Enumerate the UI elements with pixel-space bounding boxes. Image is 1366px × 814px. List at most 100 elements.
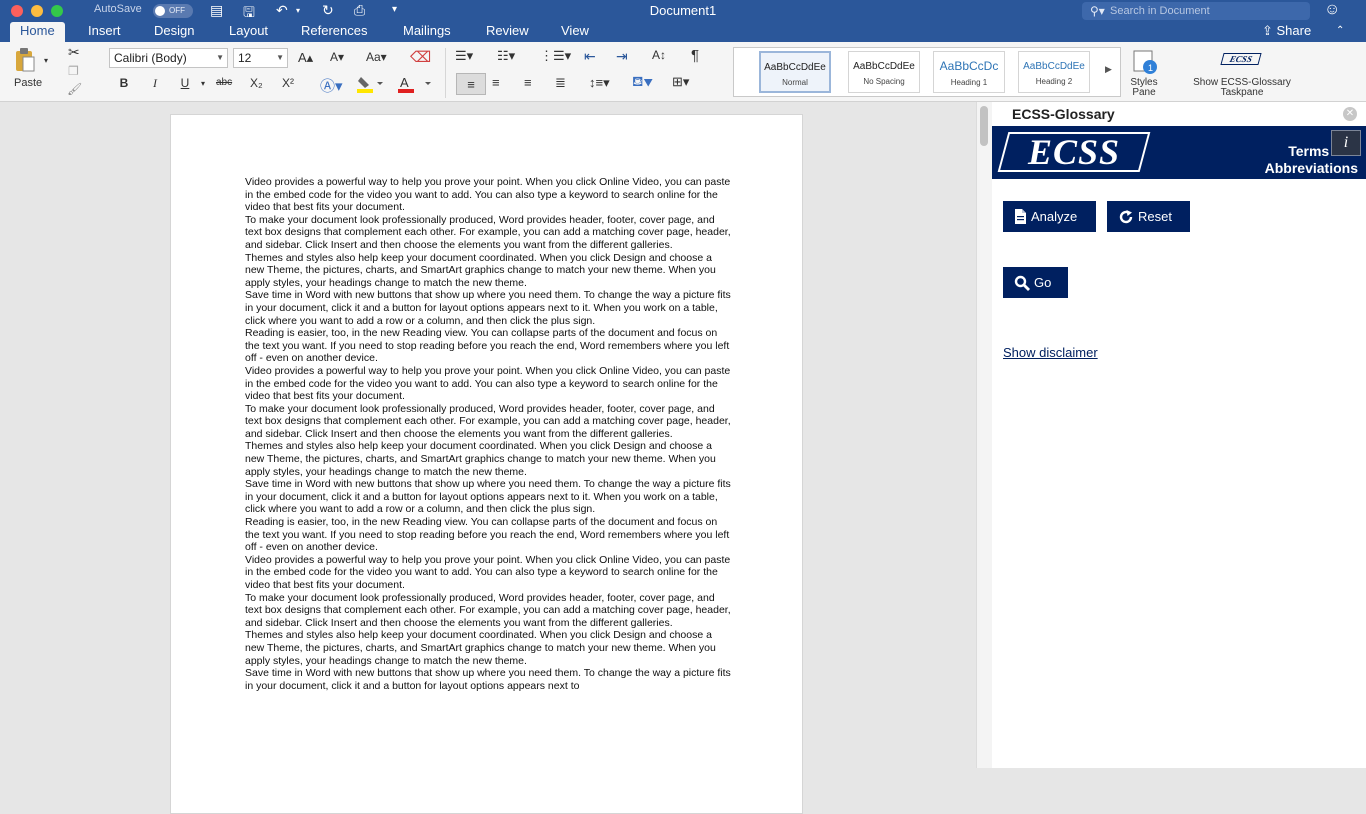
style-heading-2[interactable]: AaBbCcDdEe Heading 2	[1018, 51, 1090, 93]
sort-icon[interactable]: A↕	[652, 48, 666, 62]
bullets-icon[interactable]: ☰▾	[455, 48, 473, 64]
justify-icon[interactable]: ≣	[555, 75, 566, 91]
document-paragraph[interactable]: Themes and styles also help keep your do…	[245, 252, 731, 290]
close-icon[interactable]: ✕	[1343, 107, 1357, 121]
document-paragraph[interactable]: Video provides a powerful way to help yo…	[245, 554, 731, 592]
ecss-logo-small-icon[interactable]: ECSS	[1220, 53, 1262, 65]
increase-font-size-icon[interactable]: A▴	[298, 50, 313, 66]
tab-insert[interactable]: Insert	[88, 22, 121, 42]
underline-button[interactable]: U	[175, 76, 195, 90]
tab-references[interactable]: References	[301, 22, 367, 42]
chevron-down-icon: ▼	[276, 53, 284, 62]
bold-button[interactable]: B	[114, 76, 134, 90]
align-left-icon[interactable]: ≡	[456, 73, 486, 95]
style-heading-1[interactable]: AaBbCcDc Heading 1	[933, 51, 1005, 93]
tab-review[interactable]: Review	[486, 22, 529, 42]
document-paragraph[interactable]: Themes and styles also help keep your do…	[245, 629, 731, 667]
line-spacing-icon[interactable]: ↕≡▾	[589, 75, 610, 91]
document-paragraph[interactable]: Save time in Word with new buttons that …	[245, 478, 731, 516]
font-name-value: Calibri (Body)	[114, 51, 187, 65]
font-color-icon[interactable]: A	[397, 75, 435, 93]
decrease-font-size-icon[interactable]: A▾	[330, 50, 344, 64]
document-paragraph[interactable]: Save time in Word with new buttons that …	[245, 667, 731, 692]
ecss-logo-text: ECSS	[1027, 132, 1121, 172]
taskpane-title: ECSS-Glossary	[1012, 106, 1115, 122]
document-paragraph[interactable]: To make your document look professionall…	[245, 403, 731, 441]
scrollbar-thumb[interactable]	[980, 106, 988, 146]
decrease-indent-icon[interactable]: ⇤	[584, 48, 596, 65]
style-name: Heading 2	[1035, 77, 1073, 86]
styles-more-icon[interactable]: ▶	[1105, 64, 1112, 75]
clear-formatting-icon[interactable]: ⌫	[410, 48, 431, 66]
shading-icon[interactable]: ⛾▾	[632, 73, 653, 92]
copy-icon[interactable]: ❐	[68, 64, 79, 78]
format-painter-icon[interactable]: 🖌	[67, 82, 82, 96]
style-name: Normal	[782, 78, 808, 87]
align-center-icon[interactable]: ≡	[492, 75, 500, 90]
analyze-label: Analyze	[1031, 209, 1078, 224]
search-placeholder: Search in Document	[1110, 5, 1210, 17]
document-paragraph[interactable]: Reading is easier, too, in the new Readi…	[245, 516, 731, 554]
share-button[interactable]: ⇪ Share	[1262, 23, 1311, 39]
document-paragraph[interactable]: To make your document look professionall…	[245, 214, 731, 252]
highlight-color-icon[interactable]	[354, 75, 384, 93]
style-normal[interactable]: AaBbCcDdEe Normal	[759, 51, 831, 93]
feedback-smiley-icon[interactable]: ☺	[1324, 1, 1340, 19]
tab-view[interactable]: View	[561, 22, 589, 42]
chevron-down-icon: ▼	[216, 53, 224, 62]
document-body[interactable]: Video provides a powerful way to help yo…	[245, 176, 731, 692]
document-scrollbar[interactable]	[976, 102, 992, 768]
styles-pane-label[interactable]: Styles Pane	[1120, 78, 1168, 98]
search-icon	[1014, 275, 1030, 291]
font-size-select[interactable]: 12 ▼	[233, 48, 288, 68]
collapse-ribbon-icon[interactable]: ⌃	[1336, 25, 1344, 36]
banner-line-2: Abbreviations	[1264, 160, 1358, 176]
paste-label[interactable]: Paste	[14, 77, 42, 89]
style-preview: AaBbCcDdEe	[764, 62, 826, 73]
share-icon: ⇪	[1262, 23, 1277, 38]
italic-button[interactable]: I	[145, 76, 165, 91]
show-ecss-taskpane-button[interactable]: Show ECSS-Glossary Taskpane	[1180, 78, 1304, 98]
paste-icon[interactable]	[10, 46, 40, 74]
search-icon: ⚲▾	[1090, 4, 1105, 18]
document-paragraph[interactable]: Video provides a powerful way to help yo…	[245, 365, 731, 403]
subscript-button[interactable]: X₂	[250, 76, 263, 90]
document-paragraph[interactable]: Save time in Word with new buttons that …	[245, 289, 731, 327]
go-button[interactable]: Go	[1003, 267, 1068, 298]
document-paragraph[interactable]: Video provides a powerful way to help yo…	[245, 176, 731, 214]
tab-mailings[interactable]: Mailings	[403, 22, 451, 42]
document-paragraph[interactable]: To make your document look professionall…	[245, 592, 731, 630]
style-preview: AaBbCcDdEe	[1023, 61, 1085, 72]
document-icon	[1015, 209, 1026, 224]
styles-pane-icon[interactable]: 1	[1130, 48, 1160, 76]
info-icon[interactable]: i	[1331, 130, 1361, 156]
superscript-button[interactable]: X²	[282, 76, 294, 90]
borders-icon[interactable]: ⊞▾	[672, 74, 689, 90]
document-paragraph[interactable]: Themes and styles also help keep your do…	[245, 440, 731, 478]
reset-button[interactable]: Reset	[1107, 201, 1190, 232]
svg-text:A: A	[400, 75, 409, 90]
tab-design[interactable]: Design	[154, 22, 194, 42]
style-no-spacing[interactable]: AaBbCcDdEe No Spacing	[848, 51, 920, 93]
document-paragraph[interactable]: Reading is easier, too, in the new Readi…	[245, 327, 731, 365]
increase-indent-icon[interactable]: ⇥	[616, 48, 628, 65]
change-case-icon[interactable]: Aa▾	[366, 50, 387, 64]
tab-home[interactable]: Home	[10, 22, 65, 43]
strikethrough-button[interactable]: abc	[216, 77, 232, 88]
numbering-icon[interactable]: ☷▾	[497, 48, 515, 64]
go-label: Go	[1034, 275, 1052, 290]
style-name: No Spacing	[863, 77, 905, 86]
paste-dropdown-icon[interactable]: ▾	[44, 56, 48, 65]
analyze-button[interactable]: Analyze	[1003, 201, 1096, 232]
tab-layout[interactable]: Layout	[229, 22, 268, 42]
show-disclaimer-link[interactable]: Show disclaimer	[1003, 345, 1098, 360]
style-name: Heading 1	[950, 78, 988, 87]
multilevel-list-icon[interactable]: ⋮☰▾	[540, 48, 571, 64]
cut-icon[interactable]: ✂	[68, 44, 80, 61]
search-document-input[interactable]: ⚲▾ Search in Document	[1082, 2, 1310, 20]
show-formatting-marks-button[interactable]: ¶	[691, 47, 699, 64]
align-right-icon[interactable]: ≡	[524, 75, 532, 90]
text-effects-icon[interactable]: Ⓐ▾	[320, 75, 343, 96]
font-name-select[interactable]: Calibri (Body) ▼	[109, 48, 228, 68]
underline-dropdown-icon[interactable]: ▾	[201, 79, 205, 88]
